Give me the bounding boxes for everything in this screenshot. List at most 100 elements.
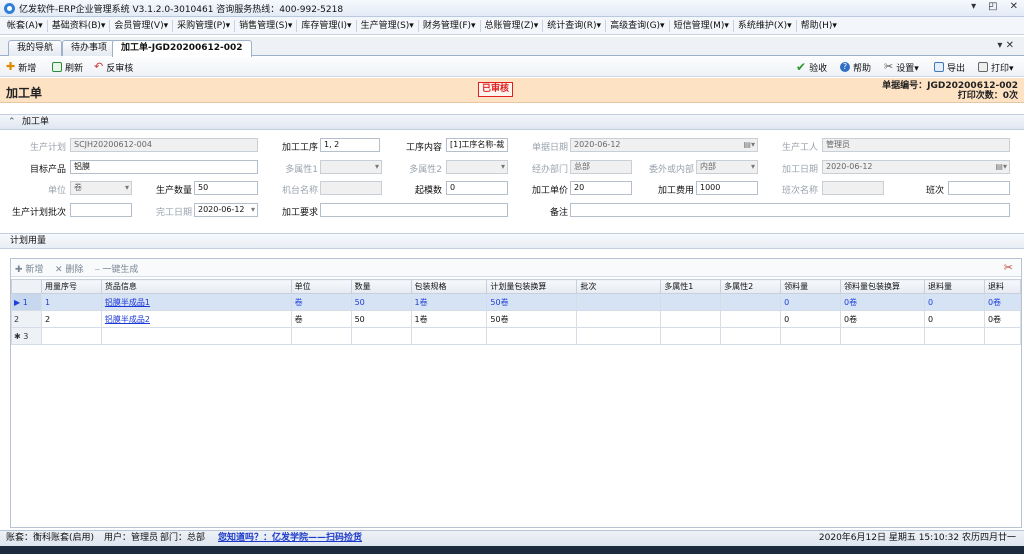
col-header[interactable]: 退料量 — [924, 279, 985, 294]
cell-pick-pack[interactable] — [840, 327, 925, 345]
cell-return-pack[interactable]: 0卷 — [983, 293, 1022, 311]
menu-statistics[interactable]: 统计查询(R)▾ — [543, 19, 607, 32]
content-field[interactable]: [1]工序名称-裁 — [446, 138, 508, 152]
note-field[interactable] — [570, 203, 1010, 217]
cell-return[interactable]: 0 — [924, 310, 985, 328]
menu-account[interactable]: 帐套(A)▾ — [3, 19, 48, 32]
unaudit-button[interactable]: ↶ 反审核 — [94, 60, 133, 74]
cell-unit[interactable]: 卷 — [290, 310, 352, 328]
menu-advanced-query[interactable]: 高级查询(G)▾ — [606, 19, 670, 32]
cell-qty[interactable]: 50 — [350, 293, 412, 311]
cell-goods[interactable]: 铝膜半成品1 — [100, 293, 292, 311]
grid-delete-button[interactable]: ✕ 删除 — [55, 262, 83, 275]
cell-pack[interactable]: 1卷 — [410, 293, 488, 311]
col-header[interactable]: 批次 — [576, 279, 662, 294]
col-header[interactable]: 多属性2 — [720, 279, 782, 294]
cell-pick-pack[interactable]: 0卷 — [840, 293, 925, 311]
col-header[interactable]: 计划量包装换算 — [486, 279, 578, 294]
cell-attr2[interactable] — [720, 310, 782, 328]
cell-attr2[interactable] — [720, 293, 782, 311]
export-button[interactable]: 导出 — [934, 60, 965, 74]
tab-close-icon[interactable]: ▾ ✕ — [997, 40, 1014, 51]
menu-finance[interactable]: 财务管理(F)▾ — [419, 19, 481, 32]
refresh-button[interactable]: 刷新 — [52, 60, 83, 74]
cell-pick[interactable] — [780, 327, 842, 345]
tab-todo[interactable]: 待办事项 — [62, 40, 117, 56]
price-field[interactable]: 20 — [570, 181, 632, 195]
finish-field[interactable]: 2020-06-12 ▾ — [194, 203, 258, 217]
row-header[interactable]: 2 — [11, 310, 42, 328]
grid-settings-icon[interactable]: ✂ — [1004, 261, 1013, 274]
table-row[interactable]: 2 2 铝膜半成品2 卷 50 1卷 50卷 0 0卷 0 0卷 — [11, 310, 1022, 328]
cell-pack[interactable] — [410, 327, 488, 345]
tip-link[interactable]: 您知道吗？：亿发学院——扫码捡货 — [218, 531, 362, 546]
menu-ledger[interactable]: 总账管理(Z)▾ — [481, 19, 544, 32]
menu-sales[interactable]: 销售管理(S)▾ — [235, 19, 298, 32]
form-section-header[interactable]: ⌃ 加工单 — [0, 114, 1024, 130]
cell-attr1[interactable] — [660, 293, 722, 311]
cell-return[interactable] — [924, 327, 985, 345]
menu-inventory[interactable]: 库存管理(I)▾ — [297, 19, 357, 32]
cell-pick[interactable]: 0 — [780, 293, 842, 311]
tab-my-navigation[interactable]: 我的导航 — [8, 40, 63, 56]
grid-generate-button[interactable]: ⎯ 一键生成 — [95, 262, 138, 275]
row-header[interactable]: ✱ 3 — [11, 327, 42, 345]
table-row[interactable]: ▶ 1 1 铝膜半成品1 卷 50 1卷 50卷 0 0卷 0 0卷 — [11, 293, 1022, 311]
cell-plan-pack[interactable] — [486, 327, 578, 345]
cell-pack[interactable]: 1卷 — [410, 310, 488, 328]
tab-processing-order[interactable]: 加工单-JGD20200612-002 — [112, 40, 252, 57]
qty-field[interactable]: 50 — [194, 181, 258, 195]
menu-basic-data[interactable]: 基础资料(B)▾ — [48, 19, 111, 32]
col-header[interactable]: 单位 — [290, 279, 352, 294]
collapse-chevron-icon[interactable]: ⌃ — [8, 115, 18, 129]
new-button[interactable]: ✚ 新增 — [6, 60, 36, 74]
menu-purchase[interactable]: 采购管理(P)▾ — [173, 19, 236, 32]
goods-link[interactable]: 铝膜半成品2 — [105, 315, 150, 324]
batch-field[interactable] — [70, 203, 132, 217]
menu-production[interactable]: 生产管理(S)▾ — [357, 19, 419, 32]
cell-pick[interactable]: 0 — [780, 310, 842, 328]
cell-seq[interactable]: 1 — [40, 293, 102, 311]
cell-unit[interactable]: 卷 — [290, 293, 352, 311]
accept-button[interactable]: ✔ 验收 — [796, 60, 827, 74]
col-header[interactable]: 多属性1 — [660, 279, 722, 294]
close-icon[interactable]: ✕ — [1010, 1, 1018, 12]
col-header[interactable]: 退料 — [983, 279, 1022, 294]
settings-button[interactable]: ✂ 设置▾ — [884, 60, 919, 74]
cell-return-pack[interactable] — [983, 327, 1022, 345]
cell-seq[interactable] — [40, 327, 102, 345]
req-field[interactable] — [320, 203, 508, 217]
cell-attr1[interactable] — [660, 327, 722, 345]
cell-plan-pack[interactable]: 50卷 — [486, 293, 578, 311]
cell-pick-pack[interactable]: 0卷 — [840, 310, 925, 328]
target-field[interactable]: 铝膜 — [70, 160, 258, 174]
col-header[interactable]: 领料量包装换算 — [840, 279, 925, 294]
cell-goods[interactable] — [100, 327, 292, 345]
cell-batch[interactable] — [576, 327, 662, 345]
cell-attr1[interactable] — [660, 310, 722, 328]
print-button[interactable]: 打印▾ — [978, 60, 1014, 74]
cell-plan-pack[interactable]: 50卷 — [486, 310, 578, 328]
table-row-new[interactable]: ✱ 3 — [11, 327, 1022, 345]
cell-goods[interactable]: 铝膜半成品2 — [100, 310, 292, 328]
minimize-icon[interactable]: ▾ — [971, 1, 976, 12]
menu-member[interactable]: 会员管理(V)▾ — [110, 19, 174, 32]
cell-return[interactable]: 0 — [924, 293, 985, 311]
menu-system[interactable]: 系统维护(X)▾ — [734, 19, 797, 32]
cell-qty[interactable]: 50 — [350, 310, 412, 328]
grid-new-button[interactable]: ✚ 新增 — [15, 262, 43, 275]
menu-help[interactable]: 帮助(H)▾ — [797, 20, 841, 32]
cell-return-pack[interactable]: 0卷 — [983, 310, 1022, 328]
goods-link[interactable]: 铝膜半成品1 — [105, 298, 150, 307]
row-header[interactable]: ▶ 1 — [11, 293, 42, 311]
cell-batch[interactable] — [576, 310, 662, 328]
menu-sms[interactable]: 短信管理(M)▾ — [670, 19, 734, 32]
cell-attr2[interactable] — [720, 327, 782, 345]
col-header[interactable]: 货品信息 — [100, 279, 292, 294]
restore-icon[interactable]: ◰ — [988, 1, 997, 12]
cell-qty[interactable] — [350, 327, 412, 345]
col-header[interactable]: 数量 — [350, 279, 412, 294]
cell-unit[interactable] — [290, 327, 352, 345]
cell-seq[interactable]: 2 — [40, 310, 102, 328]
cell-batch[interactable] — [576, 293, 662, 311]
